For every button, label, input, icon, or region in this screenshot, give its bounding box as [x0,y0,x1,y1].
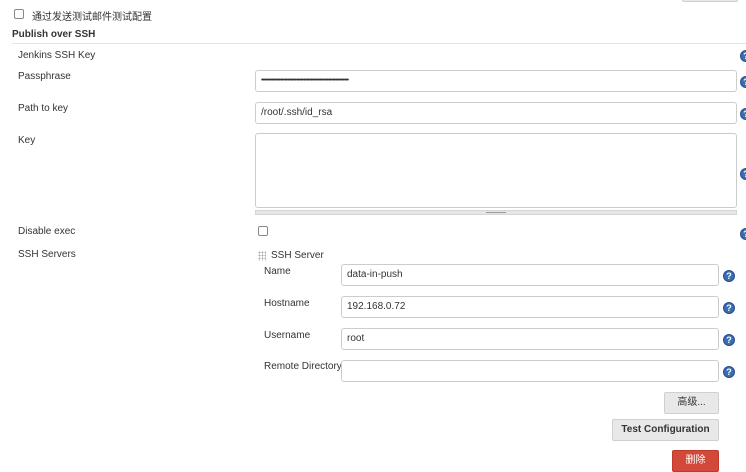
key-textarea[interactable] [255,133,737,208]
help-icon[interactable]: ? [740,108,746,120]
name-input[interactable]: data-in-push [341,264,719,286]
help-icon[interactable]: ? [740,76,746,88]
section-title: Publish over SSH [12,29,96,40]
username-input[interactable]: root [341,328,719,350]
textarea-resize-bar[interactable] [255,210,737,215]
key-label: Key [18,135,36,146]
help-icon[interactable]: ? [723,334,735,346]
passphrase-label: Passphrase [18,71,71,82]
delete-button[interactable]: 删除 [672,450,719,472]
ssh-servers-label: SSH Servers [18,249,76,260]
help-icon[interactable]: ? [723,366,735,378]
hostname-label: Hostname [264,298,310,309]
path-to-key-label: Path to key [18,103,69,114]
drag-handle-icon[interactable] [258,251,266,261]
disable-exec-label: Disable exec [18,226,76,237]
path-to-key-input[interactable]: /root/.ssh/id_rsa [255,102,737,124]
jenkins-ssh-key-label: Jenkins SSH Key [18,50,96,61]
email-test-label: 通过发送测试邮件测试配置 [32,12,152,23]
username-label: Username [264,330,311,341]
email-test-checkbox[interactable] [14,9,24,19]
ssh-server-header: SSH Server [271,250,324,261]
passphrase-input[interactable]: ••••••••••••••••••••••••••••••••••••••••… [255,70,737,92]
test-configuration-button[interactable]: Test Configuration [612,419,719,441]
help-icon[interactable]: ? [740,50,746,62]
top-button[interactable] [682,0,738,2]
help-icon[interactable]: ? [740,228,746,240]
help-icon[interactable]: ? [723,270,735,282]
help-icon[interactable]: ? [723,302,735,314]
remote-directory-input[interactable] [341,360,719,382]
disable-exec-checkbox[interactable] [258,226,268,236]
name-label: Name [264,266,291,277]
advanced-button[interactable]: 高级... [664,392,719,414]
help-icon[interactable]: ? [740,168,746,180]
remote-directory-label: Remote Directory [264,361,342,372]
section-divider [12,43,746,44]
hostname-input[interactable]: 192.168.0.72 [341,296,719,318]
